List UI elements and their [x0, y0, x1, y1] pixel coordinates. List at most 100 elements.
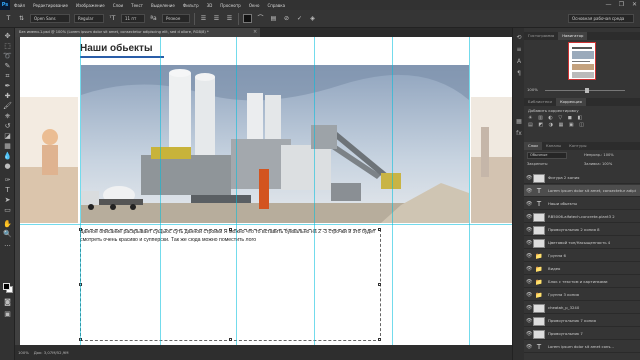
document-canvas[interactable]: Наши обьекты Данное описание раскрывает … [20, 37, 512, 345]
text-bounding-box[interactable] [79, 228, 381, 341]
guide-line[interactable] [20, 224, 512, 225]
visibility-eye-icon[interactable]: 👁 [526, 227, 532, 233]
rectangle-tool-icon[interactable]: ▭ [3, 206, 12, 215]
foreground-color-swatch[interactable] [3, 283, 10, 290]
visibility-eye-icon[interactable]: 👁 [526, 201, 532, 207]
navigator-thumbnail[interactable] [568, 42, 596, 80]
font-style-select[interactable]: Regular [74, 14, 104, 23]
visibility-eye-icon[interactable]: 👁 [526, 253, 532, 259]
text-orientation-icon[interactable]: ⇅ [17, 14, 26, 23]
tab-channels[interactable]: Каналы [542, 142, 565, 150]
zoom-tool-icon[interactable]: 🔍 [3, 230, 12, 239]
visibility-eye-icon[interactable]: 👁 [526, 188, 532, 194]
crop-tool-icon[interactable]: ⌗ [3, 72, 12, 81]
warp-text-icon[interactable]: ⌒ [256, 14, 265, 23]
visibility-eye-icon[interactable]: 👁 [526, 305, 532, 311]
guide-line[interactable] [392, 37, 393, 345]
gradient-tool-icon[interactable]: ▦ [3, 142, 12, 151]
font-size-select[interactable]: 11 пт [121, 14, 145, 23]
character-panel-icon[interactable]: A [515, 58, 523, 66]
dodge-tool-icon[interactable]: ● [3, 162, 12, 171]
visibility-eye-icon[interactable]: 👁 [526, 292, 532, 298]
align-center-icon[interactable]: ☰ [212, 14, 221, 23]
resize-handle[interactable] [229, 338, 232, 341]
visibility-eye-icon[interactable]: 👁 [526, 331, 532, 337]
layer-row[interactable]: 👁 📁 Видео [524, 263, 640, 275]
tab-layers[interactable]: Слои [524, 142, 542, 150]
opacity-field[interactable]: Непрозр.: 100% [584, 152, 614, 159]
align-left-icon[interactable]: ☰ [199, 14, 208, 23]
guide-line[interactable] [80, 37, 81, 345]
path-select-tool-icon[interactable]: ➤ [3, 196, 12, 205]
adjustment-icons-row[interactable]: ☀ ▥ ◐ ▽ ◼ ◧ [528, 115, 584, 121]
close-window-button[interactable]: ✕ [631, 1, 638, 8]
cancel-icon[interactable]: ⊘ [282, 14, 291, 23]
tab-adjustments[interactable]: Коррекция [555, 98, 586, 106]
visibility-eye-icon[interactable]: 👁 [526, 175, 532, 181]
layer-row[interactable]: 👁 Цветовой тон/Насыщенность 4 [524, 237, 640, 249]
screen-mode-icon[interactable]: ▣ [3, 310, 12, 319]
layer-row[interactable]: 👁 📁 Блок с текстом и картинками [524, 276, 640, 288]
history-panel-icon[interactable]: ⟲ [515, 34, 523, 42]
styles-panel-icon[interactable]: fx [515, 130, 523, 138]
healing-brush-tool-icon[interactable]: ✚ [3, 92, 12, 101]
pen-tool-icon[interactable]: ✑ [3, 176, 12, 185]
zoom-slider-knob[interactable] [585, 87, 589, 93]
visibility-eye-icon[interactable]: 👁 [526, 266, 532, 272]
lasso-tool-icon[interactable]: ➰ [3, 52, 12, 61]
type-tool-icon[interactable]: T [3, 186, 12, 195]
align-right-icon[interactable]: ☰ [225, 14, 234, 23]
menu-file[interactable]: Файл [10, 3, 29, 8]
menu-3d[interactable]: 3D [203, 3, 217, 8]
type-tool-icon[interactable]: T [4, 14, 13, 23]
history-brush-tool-icon[interactable]: ↺ [3, 122, 12, 131]
layer-row[interactable]: 👁 RB5006-alfatech-concrete-plant3 2 [524, 211, 640, 223]
commit-check-icon[interactable]: ✓ [295, 14, 304, 23]
layer-row[interactable]: 👁 T Lorem ipsum dolor sit amet, consectetu… [524, 185, 640, 197]
adjustment-icons-row[interactable]: ▤ ◩ ◑ ▦ ▣ ◫ [528, 122, 586, 128]
quick-select-tool-icon[interactable]: ✎ [3, 62, 12, 71]
resize-handle[interactable] [378, 338, 381, 341]
paragraph-panel-icon[interactable]: ¶ [515, 70, 523, 78]
layer-row[interactable]: 👁 📁 Группа 3 копия [524, 289, 640, 301]
visibility-eye-icon[interactable]: 👁 [526, 240, 532, 246]
more-tools-icon[interactable]: ··· [3, 242, 12, 251]
marquee-tool-icon[interactable]: ⬚ [3, 42, 12, 51]
guide-line[interactable] [160, 37, 161, 345]
canvas-area[interactable]: Наши обьекты Данное описание раскрывает … [15, 37, 512, 345]
tab-histogram[interactable]: Гистограмма [524, 32, 558, 40]
hand-tool-icon[interactable]: ✋ [3, 220, 12, 229]
tab-paths[interactable]: Контуры [565, 142, 590, 150]
guide-line[interactable] [469, 37, 470, 345]
resize-handle[interactable] [378, 228, 381, 231]
workspace-select[interactable]: Основная рабочая среда [568, 14, 634, 23]
move-tool-icon[interactable]: ✥ [3, 32, 12, 41]
menu-window[interactable]: Окно [245, 3, 264, 8]
resize-handle[interactable] [229, 228, 232, 231]
layer-row[interactable]: 👁 T Lorem ipsum dolor sit amet cons... [524, 341, 640, 353]
clone-stamp-tool-icon[interactable]: ⎈ [3, 112, 12, 121]
close-tab-icon[interactable]: × [253, 28, 257, 37]
document-tab[interactable]: Без имени-1.psd @ 100% (Lorem ipsum dolo… [15, 28, 260, 37]
resize-handle[interactable] [378, 283, 381, 286]
eraser-tool-icon[interactable]: ◪ [3, 132, 12, 141]
visibility-eye-icon[interactable]: 👁 [526, 279, 532, 285]
guide-line[interactable] [314, 37, 315, 345]
visibility-eye-icon[interactable]: 👁 [526, 214, 532, 220]
zoom-level[interactable]: 100% [18, 350, 29, 355]
character-panel-icon[interactable]: ▤ [269, 14, 278, 23]
layer-row[interactable]: 👁 Прямоугольник 2 копия 8 [524, 224, 640, 236]
visibility-eye-icon[interactable]: 👁 [526, 344, 532, 350]
antialias-select[interactable]: Резкое [162, 14, 190, 23]
brush-tool-icon[interactable]: 🖌 [3, 102, 12, 111]
layer-row[interactable]: 👁 Фигура 2 копия [524, 172, 640, 184]
restore-button[interactable]: ❐ [618, 1, 625, 8]
menu-image[interactable]: Изображение [72, 3, 109, 8]
minimize-button[interactable]: — [605, 1, 612, 8]
layer-row[interactable]: 👁 T Наши обьекты [524, 198, 640, 210]
layer-row[interactable]: 👁 Прямоугольник 7 копия [524, 315, 640, 327]
3d-icon[interactable]: ◈ [308, 14, 317, 23]
tab-navigator[interactable]: Навигатор [558, 32, 588, 40]
visibility-eye-icon[interactable]: 👁 [526, 318, 532, 324]
eyedropper-tool-icon[interactable]: ✒ [3, 82, 12, 91]
